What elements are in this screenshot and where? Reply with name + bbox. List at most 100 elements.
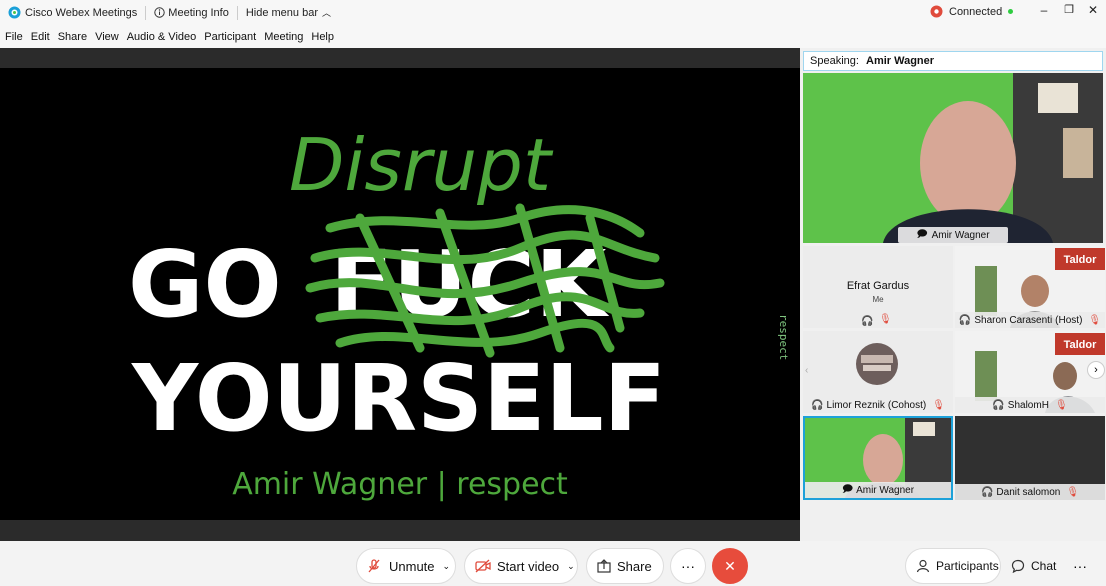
info-icon [154, 7, 165, 18]
active-speaker-figure [883, 73, 1103, 243]
muted-mic-icon: 🎙 [1054, 399, 1068, 411]
muted-mic-icon: 🎙 [932, 399, 945, 411]
participant-tile[interactable]: Efrat Gardus Me 🎧 🎙 [803, 246, 953, 328]
participant-name: Efrat Gardus [846, 280, 910, 292]
participant-tile-active[interactable]: 🗩 Amir Wagner [803, 416, 953, 500]
menu-view[interactable]: View [95, 31, 119, 43]
leave-meeting-button[interactable]: ✕ [712, 548, 748, 584]
menu-share[interactable]: Share [58, 31, 87, 43]
participants-label: Participants [936, 559, 999, 573]
divider [236, 5, 238, 20]
more-icon: ··· [681, 558, 695, 574]
panel-more-button[interactable]: ··· [1062, 548, 1098, 584]
headset-icon: 🎧 [992, 399, 1005, 411]
shared-slide: Disrupt GO FUCK YOURSELF Amir Wagner | r… [0, 68, 800, 520]
unmute-button[interactable]: Unmute ⌄ [356, 548, 456, 584]
participant-namebar: 🎧 Danit salomon 🎙 [955, 484, 1105, 500]
close-icon: ✕ [724, 557, 736, 574]
slide-side-text: respect [777, 314, 790, 361]
divider [145, 5, 147, 20]
app-title-label: Cisco Webex Meetings [25, 6, 138, 19]
speaking-name: Amir Wagner [866, 55, 935, 67]
recording-icon [930, 5, 943, 18]
slide-top-word: Disrupt [289, 123, 554, 207]
active-speaker-namebar: 🗩 Amir Wagner [898, 227, 1008, 243]
slide-graphic: Disrupt GO FUCK YOURSELF Amir Wagner | r… [128, 123, 666, 502]
participant-name: Limor Reznik [826, 399, 885, 411]
chevron-right-icon[interactable]: › [1087, 361, 1105, 379]
muted-mic-icon: 🎙 [879, 314, 892, 325]
restore-button[interactable]: ❐ [1061, 3, 1077, 19]
participant-name: Amir Wagner [856, 484, 915, 496]
headset-icon: 🎧 [811, 399, 824, 411]
hide-menu-bar-button[interactable]: Hide menu bar ︿ [246, 6, 331, 19]
participant-tile[interactable]: 🎧 Danit salomon 🎙 [955, 416, 1105, 500]
share-icon [597, 559, 611, 573]
participant-role: (Cohost) [887, 399, 927, 411]
menu-bar: File Edit Share View Audio & Video Parti… [0, 25, 1106, 48]
participant-me-label: Me [872, 295, 884, 304]
start-video-button[interactable]: Start video ⌄ [464, 548, 578, 584]
participant-tile[interactable]: Taldor 🎧 Sharon Carasenti (Host) 🎙 [955, 246, 1105, 328]
more-icon: ··· [1073, 558, 1087, 574]
participant-namebar: 🎧 Limor Reznik (Cohost) 🎙 [803, 397, 953, 413]
speaking-icon: 🗩 [916, 228, 928, 240]
avatar [856, 343, 898, 385]
chevron-down-icon[interactable]: ⌄ [443, 561, 451, 572]
app-title: Cisco Webex Meetings [8, 6, 137, 19]
menu-edit[interactable]: Edit [31, 31, 50, 43]
participant-tile[interactable]: Taldor 🎧 ShalomH 🎙 › [955, 331, 1105, 413]
shared-content-area: Disrupt GO FUCK YOURSELF Amir Wagner | r… [0, 48, 800, 541]
muted-mic-icon: 🎙 [1066, 486, 1080, 498]
menu-participant[interactable]: Participant [204, 31, 256, 43]
brand-logo-text: Taldor [1064, 254, 1098, 266]
meeting-info-button[interactable]: Meeting Info [154, 7, 229, 19]
control-bar: Unmute ⌄ Start video ⌄ Share ··· ✕ Parti… [0, 541, 1106, 586]
minimize-button[interactable]: – [1036, 3, 1052, 19]
speaking-icon: 🗩 [841, 483, 854, 495]
headset-icon: 🎧 [861, 316, 874, 327]
participant-name: ShalomH [1007, 399, 1049, 411]
chevron-left-icon[interactable]: ‹ [805, 365, 808, 376]
slide-go-text: GO [128, 231, 282, 338]
speaking-label: Speaking: [810, 55, 859, 67]
connection-status-label: Connected [949, 5, 1003, 18]
chat-button[interactable]: Chat [1003, 548, 1061, 584]
chevron-down-icon[interactable]: ⌄ [567, 561, 575, 572]
headset-icon: 🎧 [958, 314, 972, 326]
muted-mic-icon: 🎙 [1088, 314, 1102, 326]
connection-status[interactable]: Connected [930, 5, 1014, 18]
active-speaker-banner: Speaking: Amir Wagner [803, 51, 1103, 71]
video-off-icon [475, 559, 491, 573]
participants-button[interactable]: Participants [905, 548, 1001, 584]
chat-icon [1011, 559, 1025, 573]
share-label: Share [617, 558, 652, 574]
chat-label: Chat [1031, 559, 1057, 573]
headset-icon: 🎧 [980, 486, 994, 498]
menu-file[interactable]: File [5, 31, 23, 43]
hide-menu-bar-label: Hide menu bar [245, 6, 318, 19]
unmute-label: Unmute [389, 558, 435, 574]
start-video-label: Start video [497, 558, 560, 574]
participant-name: Danit salomon [996, 486, 1061, 498]
participant-role: (Host) [1055, 314, 1083, 326]
menu-audio-video[interactable]: Audio & Video [127, 31, 197, 43]
webex-logo-icon [8, 6, 21, 19]
participant-tile[interactable]: 🎧 Limor Reznik (Cohost) 🎙 ‹ [803, 331, 953, 413]
person-icon [916, 559, 930, 573]
menu-help[interactable]: Help [311, 31, 334, 43]
participant-namebar: 🗩 Amir Wagner [805, 482, 951, 498]
active-speaker-video[interactable]: 🗩 Amir Wagner [803, 73, 1103, 243]
slide-footer-text: Amir Wagner | respect [232, 467, 568, 502]
more-options-button[interactable]: ··· [670, 548, 706, 584]
share-button[interactable]: Share [586, 548, 664, 584]
menu-meeting[interactable]: Meeting [264, 31, 303, 43]
slide-yourself-text: YOURSELF [131, 345, 666, 452]
participant-namebar: 🎧 ShalomH 🎙 [955, 397, 1105, 413]
meeting-info-label: Meeting Info [168, 6, 229, 19]
brand-logo-text: Taldor [1064, 339, 1098, 351]
active-speaker-name: Amir Wagner [931, 229, 990, 241]
close-window-button[interactable]: ✕ [1085, 3, 1101, 19]
muted-mic-icon [368, 559, 380, 573]
title-bar: Cisco Webex Meetings Meeting Info Hide m… [0, 0, 1106, 25]
